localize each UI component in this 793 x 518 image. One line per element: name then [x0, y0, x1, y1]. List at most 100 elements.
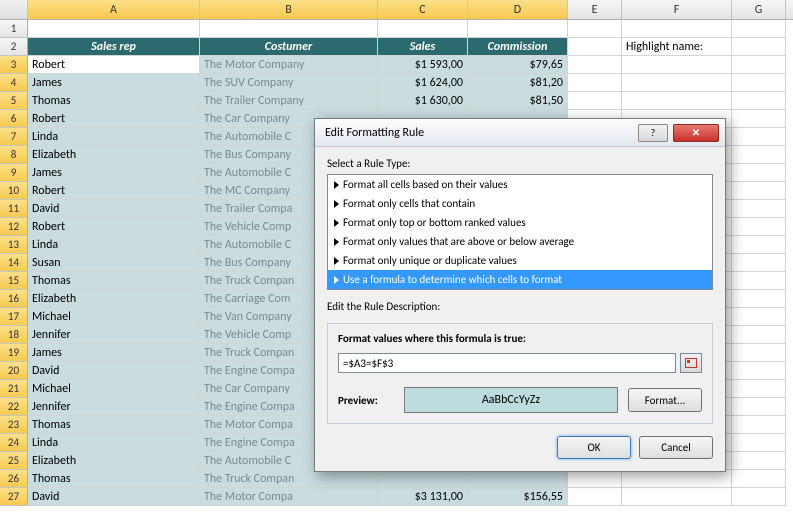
col-header-C[interactable]: C [378, 0, 468, 19]
row-header[interactable]: 25 [0, 452, 28, 470]
cell[interactable] [200, 20, 378, 38]
cell[interactable] [468, 20, 568, 38]
row-header[interactable]: 26 [0, 470, 28, 488]
cell[interactable] [732, 272, 786, 290]
rule-type-item[interactable]: Format only values that are above or bel… [328, 232, 712, 251]
cell[interactable]: $81,50 [468, 92, 568, 110]
rule-type-item[interactable]: Format only top or bottom ranked values [328, 213, 712, 232]
cell[interactable]: David [28, 200, 200, 218]
rule-type-item[interactable]: Use a formula to determine which cells t… [328, 270, 712, 289]
col-header-A[interactable]: A [28, 0, 200, 19]
row-header[interactable]: 3 [0, 56, 28, 74]
cell[interactable] [622, 92, 732, 110]
cell[interactable] [568, 92, 622, 110]
cell[interactable]: James [28, 164, 200, 182]
cell[interactable] [568, 20, 622, 38]
cell[interactable] [732, 146, 786, 164]
header-cell[interactable]: Sales rep [28, 38, 200, 56]
row-header[interactable]: 11 [0, 200, 28, 218]
row-header[interactable]: 20 [0, 362, 28, 380]
cell[interactable] [732, 398, 786, 416]
help-button[interactable]: ? [638, 124, 668, 142]
cell[interactable] [732, 434, 786, 452]
cell[interactable]: $1 593,00 [378, 56, 468, 74]
cell[interactable] [732, 344, 786, 362]
cell[interactable] [732, 218, 786, 236]
cell[interactable] [732, 236, 786, 254]
cell[interactable]: Jennifer [28, 398, 200, 416]
row-header[interactable]: 17 [0, 308, 28, 326]
row-header[interactable]: 14 [0, 254, 28, 272]
cell[interactable]: Thomas [28, 272, 200, 290]
cell[interactable] [732, 128, 786, 146]
cell[interactable] [378, 470, 468, 488]
cell[interactable] [732, 20, 786, 38]
col-header-B[interactable]: B [200, 0, 378, 19]
cell[interactable]: Robert [28, 182, 200, 200]
cell[interactable] [732, 416, 786, 434]
header-cell[interactable]: Highlight name: [622, 38, 732, 56]
row-header[interactable]: 19 [0, 344, 28, 362]
cell[interactable]: $79,65 [468, 56, 568, 74]
row-header[interactable]: 22 [0, 398, 28, 416]
row-header[interactable]: 1 [0, 20, 28, 38]
formula-input[interactable] [338, 353, 676, 373]
cell[interactable] [622, 74, 732, 92]
select-all-corner[interactable] [0, 0, 28, 19]
row-header[interactable]: 4 [0, 74, 28, 92]
cell[interactable]: The SUV Company [200, 74, 378, 92]
cell[interactable]: The Motor Compa [200, 488, 378, 506]
row-header[interactable]: 21 [0, 380, 28, 398]
row-header[interactable]: 12 [0, 218, 28, 236]
cell[interactable]: Elizabeth [28, 146, 200, 164]
cell[interactable]: $1 630,00 [378, 92, 468, 110]
row-header[interactable]: 23 [0, 416, 28, 434]
row-header[interactable]: 18 [0, 326, 28, 344]
cell[interactable] [568, 470, 622, 488]
row-header[interactable]: 27 [0, 488, 28, 506]
row-header[interactable]: 24 [0, 434, 28, 452]
cancel-button[interactable]: Cancel [639, 436, 713, 459]
header-cell[interactable] [568, 38, 622, 56]
cell[interactable]: Thomas [28, 416, 200, 434]
cell[interactable] [732, 380, 786, 398]
cell[interactable]: $3 131,00 [378, 488, 468, 506]
col-header-G[interactable]: G [732, 0, 786, 19]
cell[interactable]: $81,20 [468, 74, 568, 92]
cell[interactable]: Thomas [28, 92, 200, 110]
row-header[interactable]: 16 [0, 290, 28, 308]
cell[interactable] [568, 74, 622, 92]
cell[interactable]: Jennifer [28, 326, 200, 344]
cell[interactable]: James [28, 344, 200, 362]
cell[interactable] [732, 488, 786, 506]
cell[interactable] [732, 56, 786, 74]
cell[interactable]: Michael [28, 308, 200, 326]
cell[interactable] [622, 20, 732, 38]
cell[interactable] [732, 452, 786, 470]
row-header[interactable]: 15 [0, 272, 28, 290]
cell[interactable]: Linda [28, 434, 200, 452]
cell[interactable] [622, 56, 732, 74]
cell[interactable]: Michael [28, 380, 200, 398]
collapse-dialog-button[interactable] [680, 353, 702, 373]
col-header-F[interactable]: F [622, 0, 732, 19]
cell[interactable] [732, 164, 786, 182]
cell[interactable]: Thomas [28, 470, 200, 488]
cell[interactable]: Elizabeth [28, 452, 200, 470]
dialog-titlebar[interactable]: Edit Formatting Rule ? ✕ [315, 119, 725, 147]
header-cell[interactable]: Costumer [200, 38, 378, 56]
cell[interactable]: Elizabeth [28, 290, 200, 308]
cell[interactable]: James [28, 74, 200, 92]
cell[interactable] [622, 470, 732, 488]
cell[interactable] [568, 488, 622, 506]
row-header[interactable]: 8 [0, 146, 28, 164]
cell[interactable] [28, 20, 200, 38]
cell[interactable] [732, 74, 786, 92]
cell[interactable] [732, 362, 786, 380]
cell[interactable] [732, 326, 786, 344]
rule-type-item[interactable]: Format only unique or duplicate values [328, 251, 712, 270]
cell[interactable] [732, 290, 786, 308]
cell[interactable]: The Trailer Company [200, 92, 378, 110]
cell[interactable]: David [28, 362, 200, 380]
cell[interactable] [732, 470, 786, 488]
